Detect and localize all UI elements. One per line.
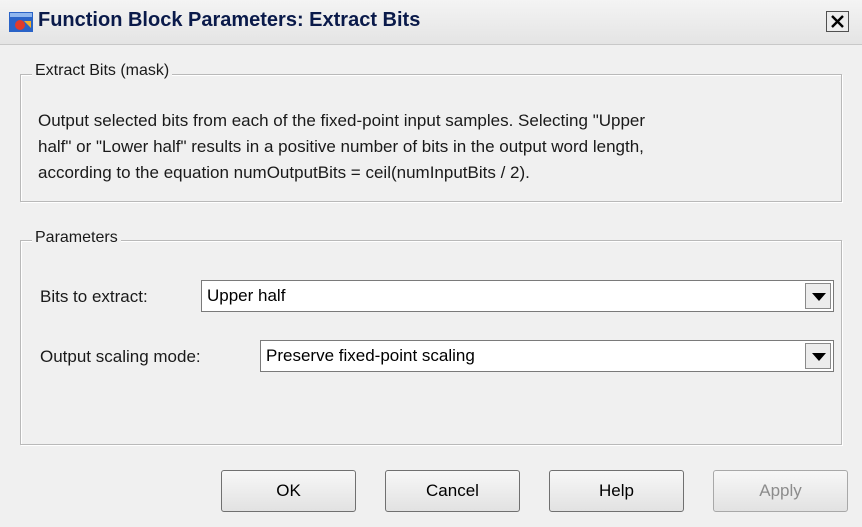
bits-to-extract-value: Upper half <box>207 286 286 305</box>
mask-description: Output selected bits from each of the fi… <box>38 108 838 186</box>
description-line-3: according to the equation numOutputBits … <box>38 163 530 182</box>
chevron-down-icon[interactable] <box>805 343 831 369</box>
close-icon <box>831 15 844 28</box>
output-scaling-mode-select[interactable]: Preserve fixed-point scaling <box>260 340 834 372</box>
window-title: Function Block Parameters: Extract Bits <box>38 9 421 31</box>
dialog-window: Function Block Parameters: Extract Bits … <box>0 0 862 527</box>
apply-button[interactable]: Apply <box>713 470 848 512</box>
output-scaling-mode-label: Output scaling mode: <box>40 347 201 366</box>
simulink-app-icon <box>9 12 33 32</box>
help-button[interactable]: Help <box>549 470 684 512</box>
output-scaling-mode-value: Preserve fixed-point scaling <box>266 346 475 365</box>
mask-group-legend: Extract Bits (mask) <box>32 62 173 80</box>
cancel-button[interactable]: Cancel <box>385 470 520 512</box>
bits-to-extract-select[interactable]: Upper half <box>201 280 834 312</box>
description-line-1: Output selected bits from each of the fi… <box>38 111 646 130</box>
ok-button[interactable]: OK <box>221 470 356 512</box>
title-bar[interactable]: Function Block Parameters: Extract Bits <box>0 0 862 45</box>
bits-to-extract-label: Bits to extract: <box>40 287 148 306</box>
description-line-2: half" or "Lower half" results in a posit… <box>38 137 644 156</box>
chevron-down-icon[interactable] <box>805 283 831 309</box>
parameters-group-legend: Parameters <box>32 229 121 247</box>
close-button[interactable] <box>826 11 849 32</box>
